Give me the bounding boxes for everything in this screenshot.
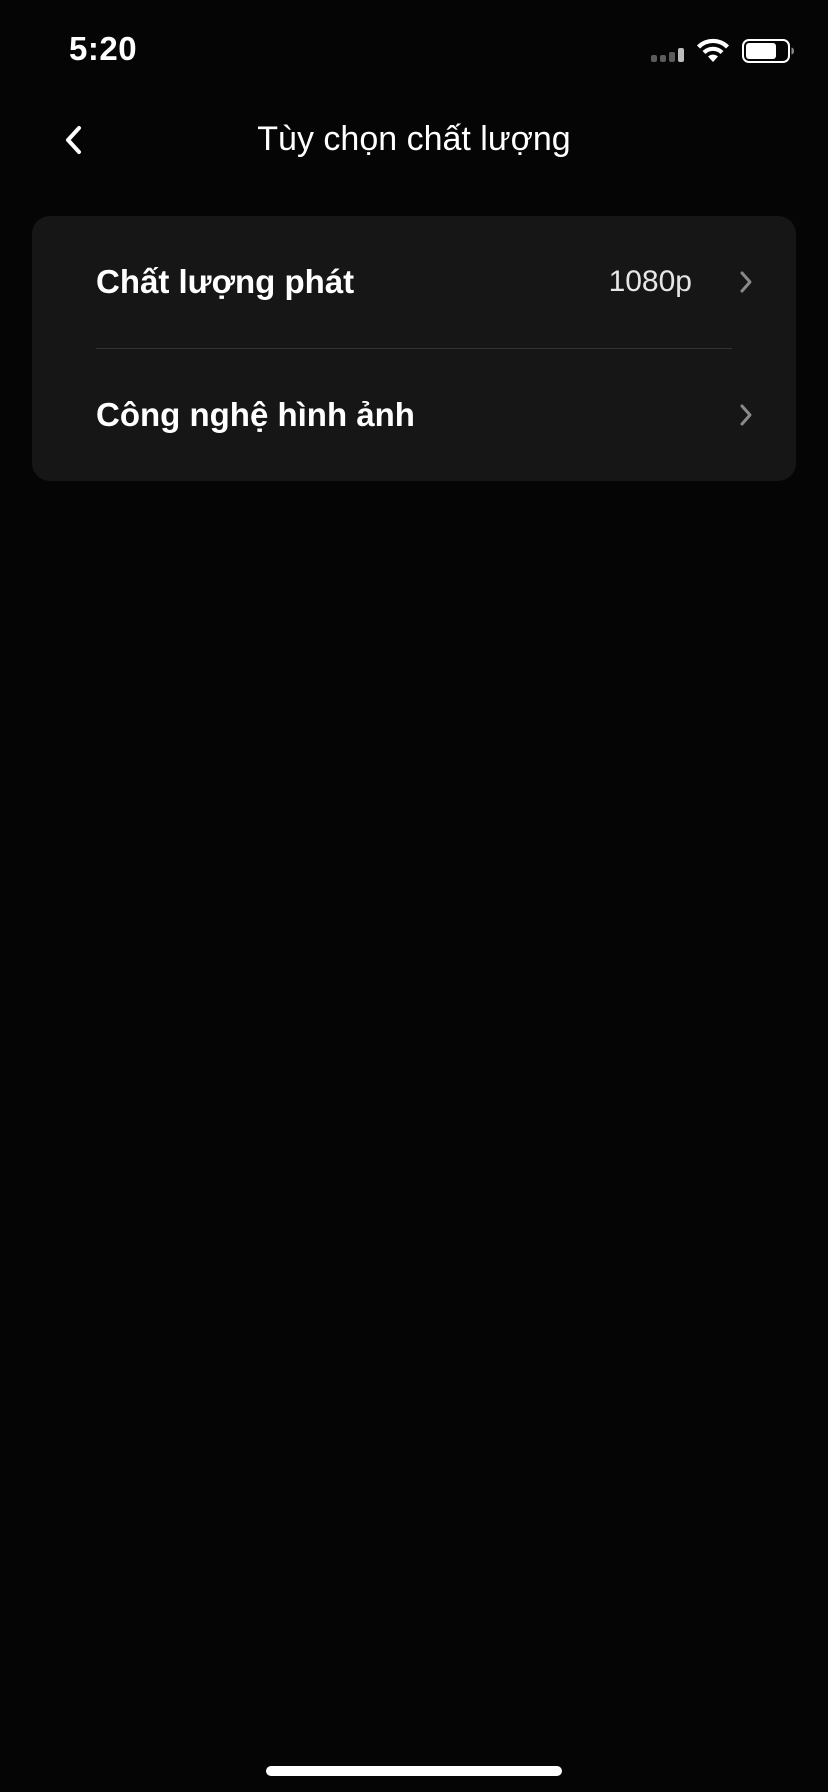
chevron-right-icon xyxy=(740,404,752,426)
quality-options-screen: 5:20 Tùy chọn chất lượng Chất lượng phát… xyxy=(0,0,828,1792)
image-technology-row[interactable]: Công nghệ hình ảnh xyxy=(32,349,796,481)
status-time: 5:20 xyxy=(69,30,138,67)
battery-icon xyxy=(742,39,794,63)
playback-quality-value: 1080p xyxy=(608,265,692,298)
settings-card: Chất lượng phát 1080p Công nghệ hình ảnh xyxy=(32,216,796,481)
nav-bar: Tùy chọn chất lượng xyxy=(0,100,828,180)
playback-quality-label: Chất lượng phát xyxy=(96,263,355,300)
home-indicator[interactable] xyxy=(266,1766,562,1776)
image-technology-label: Công nghệ hình ảnh xyxy=(96,396,415,433)
playback-quality-row[interactable]: Chất lượng phát 1080p xyxy=(32,216,796,348)
chevron-right-icon xyxy=(740,271,752,293)
page-title: Tùy chọn chất lượng xyxy=(257,120,571,158)
cellular-signal-icon xyxy=(651,40,684,62)
status-indicators xyxy=(651,36,796,66)
status-bar: 5:20 xyxy=(0,0,828,100)
wifi-icon xyxy=(697,38,729,62)
